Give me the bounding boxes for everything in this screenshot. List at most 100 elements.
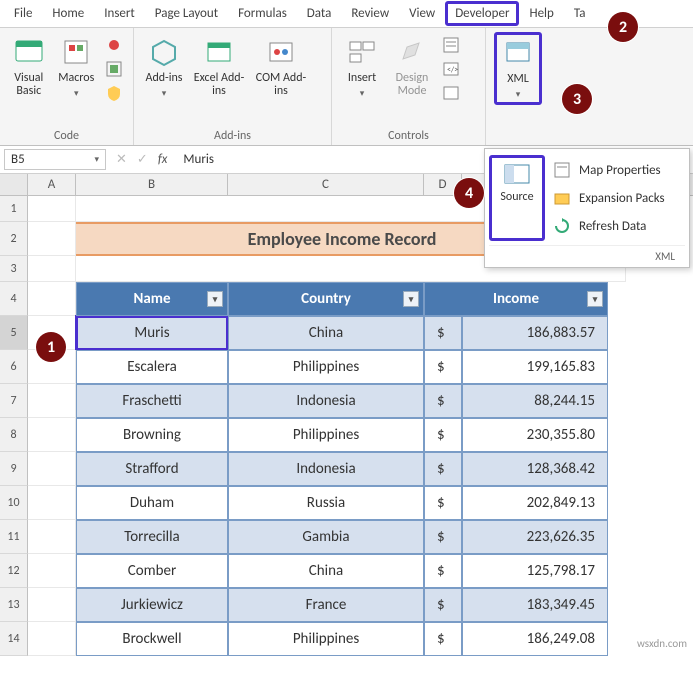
- cell[interactable]: [28, 196, 76, 222]
- tab-data[interactable]: Data: [297, 1, 342, 26]
- cell[interactable]: [28, 520, 76, 554]
- cell-name[interactable]: Browning: [76, 418, 228, 452]
- macro-security-icon[interactable]: [103, 82, 125, 104]
- cell-name[interactable]: Strafford: [76, 452, 228, 486]
- view-code-icon[interactable]: </>: [440, 58, 462, 80]
- map-properties-button[interactable]: Map Properties: [545, 157, 685, 183]
- cell[interactable]: [28, 222, 76, 256]
- cell-income[interactable]: 183,349.45: [462, 588, 608, 622]
- row-header[interactable]: 7: [0, 384, 28, 418]
- cell-name[interactable]: Brockwell: [76, 622, 228, 656]
- select-all-corner[interactable]: [0, 174, 28, 195]
- cell[interactable]: [28, 256, 76, 282]
- formula-input[interactable]: Muris: [177, 152, 214, 167]
- cell-country[interactable]: Philippines: [228, 350, 424, 384]
- cell-income[interactable]: 199,165.83: [462, 350, 608, 384]
- cell-country[interactable]: Philippines: [228, 622, 424, 656]
- cell-income[interactable]: 125,798.17: [462, 554, 608, 588]
- cell-income[interactable]: 230,355.80: [462, 418, 608, 452]
- visual-basic-button[interactable]: Visual Basic: [6, 32, 52, 102]
- cell-income[interactable]: 186,249.08: [462, 622, 608, 656]
- cell-name[interactable]: Escalera: [76, 350, 228, 384]
- tab-page-layout[interactable]: Page Layout: [145, 1, 228, 26]
- cell-name[interactable]: Comber: [76, 554, 228, 588]
- tab-review[interactable]: Review: [341, 1, 399, 26]
- table-header-country[interactable]: Country▾: [228, 282, 424, 316]
- cell-currency[interactable]: $: [424, 486, 462, 520]
- xml-source-button[interactable]: Source: [489, 155, 545, 241]
- fx-icon[interactable]: fx: [158, 152, 178, 167]
- cell-name[interactable]: Fraschetti: [76, 384, 228, 418]
- row-header[interactable]: 2: [0, 222, 28, 256]
- col-A[interactable]: A: [28, 174, 76, 195]
- expansion-packs-button[interactable]: Expansion Packs: [545, 185, 685, 211]
- properties-icon[interactable]: [440, 34, 462, 56]
- row-header[interactable]: 13: [0, 588, 28, 622]
- tab-insert[interactable]: Insert: [94, 1, 145, 26]
- cell-name[interactable]: Jurkiewicz: [76, 588, 228, 622]
- cell[interactable]: [28, 418, 76, 452]
- cell-income[interactable]: 186,883.57: [462, 316, 608, 350]
- row-header[interactable]: 4: [0, 282, 28, 316]
- cell-income[interactable]: 223,626.35: [462, 520, 608, 554]
- row-header[interactable]: 1: [0, 196, 28, 222]
- cell-income[interactable]: 88,244.15: [462, 384, 608, 418]
- cancel-icon[interactable]: ✕: [116, 152, 127, 167]
- row-header[interactable]: 8: [0, 418, 28, 452]
- table-header-name[interactable]: Name▾: [76, 282, 228, 316]
- tab-file[interactable]: File: [4, 1, 42, 26]
- cell-currency[interactable]: $: [424, 350, 462, 384]
- cell-name[interactable]: Muris: [76, 316, 228, 350]
- row-header[interactable]: 10: [0, 486, 28, 520]
- row-header[interactable]: 3: [0, 256, 28, 282]
- cell-country[interactable]: France: [228, 588, 424, 622]
- cell[interactable]: [28, 452, 76, 486]
- tab-home[interactable]: Home: [42, 1, 94, 26]
- filter-icon[interactable]: ▾: [403, 291, 419, 307]
- col-B[interactable]: B: [76, 174, 228, 195]
- relative-ref-icon[interactable]: [103, 58, 125, 80]
- cell-income[interactable]: 128,368.42: [462, 452, 608, 486]
- excel-addins-button[interactable]: Excel Add-ins: [190, 32, 248, 102]
- cell[interactable]: [28, 588, 76, 622]
- name-box[interactable]: B5 ▾: [4, 149, 106, 170]
- run-dialog-icon[interactable]: [440, 82, 462, 104]
- tab-developer[interactable]: Developer: [445, 1, 519, 26]
- xml-button[interactable]: XML ▾: [494, 32, 542, 105]
- cell-country[interactable]: Philippines: [228, 418, 424, 452]
- cell-income[interactable]: 202,849.13: [462, 486, 608, 520]
- cell-country[interactable]: China: [228, 554, 424, 588]
- cell[interactable]: [28, 282, 76, 316]
- table-header-income[interactable]: Income▾: [424, 282, 608, 316]
- cell-country[interactable]: Indonesia: [228, 384, 424, 418]
- row-header[interactable]: 6: [0, 350, 28, 384]
- row-header[interactable]: 9: [0, 452, 28, 486]
- cell[interactable]: [28, 554, 76, 588]
- macros-button[interactable]: Macros ▾: [54, 32, 100, 103]
- row-header[interactable]: 14: [0, 622, 28, 656]
- cell-currency[interactable]: $: [424, 520, 462, 554]
- cell-currency[interactable]: $: [424, 622, 462, 656]
- addins-button[interactable]: Add-ins ▾: [140, 32, 188, 103]
- cell-currency[interactable]: $: [424, 316, 462, 350]
- filter-icon[interactable]: ▾: [587, 291, 603, 307]
- cell-currency[interactable]: $: [424, 588, 462, 622]
- cell[interactable]: [28, 384, 76, 418]
- tab-help[interactable]: Help: [519, 1, 563, 26]
- cell[interactable]: [28, 486, 76, 520]
- cell-country[interactable]: Indonesia: [228, 452, 424, 486]
- insert-control-button[interactable]: Insert ▾: [338, 32, 386, 103]
- cell-currency[interactable]: $: [424, 384, 462, 418]
- row-header[interactable]: 11: [0, 520, 28, 554]
- cell-country[interactable]: China: [228, 316, 424, 350]
- cell-name[interactable]: Torrecilla: [76, 520, 228, 554]
- tab-overflow[interactable]: Ta: [564, 1, 596, 26]
- enter-icon[interactable]: ✓: [137, 152, 148, 167]
- design-mode-button[interactable]: Design Mode: [388, 32, 436, 102]
- row-header[interactable]: 5: [0, 316, 28, 350]
- cell-country[interactable]: Russia: [228, 486, 424, 520]
- record-macro-icon[interactable]: [103, 34, 125, 56]
- cell[interactable]: [28, 622, 76, 656]
- cell-currency[interactable]: $: [424, 452, 462, 486]
- row-header[interactable]: 12: [0, 554, 28, 588]
